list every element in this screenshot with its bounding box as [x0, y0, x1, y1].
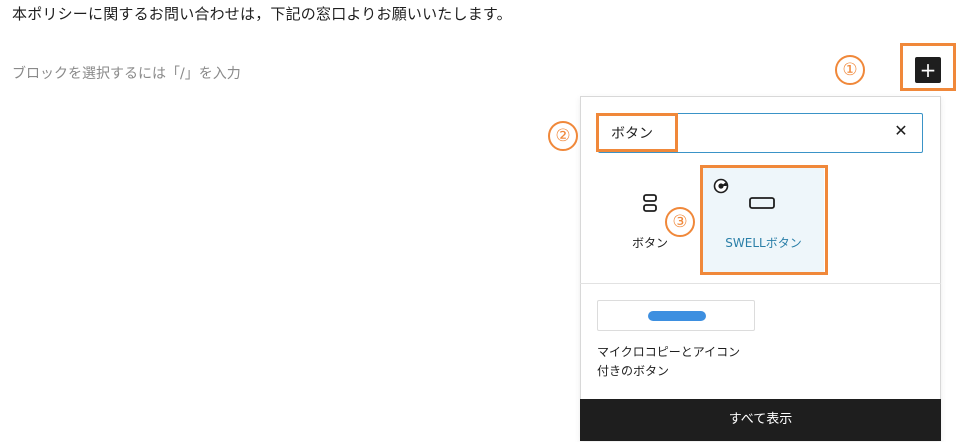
paragraph-block[interactable]: 本ポリシーに関するお問い合わせは，下記の窓口よりお願いいたします。 — [12, 3, 512, 24]
pattern-title[interactable]: マイクロコピーとアイコン 付きのボタン — [597, 343, 767, 381]
block-item-label: ボタン — [631, 236, 668, 250]
pattern-mini-button — [648, 311, 706, 321]
step-marker-2: ② — [548, 121, 578, 151]
show-all-button[interactable]: すべて表示 — [580, 399, 941, 441]
step-marker-3: ③ — [665, 207, 695, 237]
search-highlight-box — [596, 113, 678, 152]
block-inserter-toggle[interactable]: + — [915, 57, 941, 83]
block-placeholder[interactable]: ブロックを選択するには「/」を入力 — [12, 63, 241, 83]
pattern-title-line: マイクロコピーとアイコン — [597, 345, 741, 359]
clear-search-button[interactable]: ✕ — [890, 121, 912, 143]
swell-highlight-box — [700, 165, 828, 275]
pattern-title-line: 付きのボタン — [597, 364, 670, 378]
pattern-preview[interactable] — [597, 300, 755, 331]
close-icon: ✕ — [894, 123, 908, 140]
divider — [580, 283, 941, 284]
plus-icon: + — [919, 58, 937, 82]
buttons-icon — [643, 194, 657, 217]
step-marker-1: ① — [835, 55, 865, 85]
